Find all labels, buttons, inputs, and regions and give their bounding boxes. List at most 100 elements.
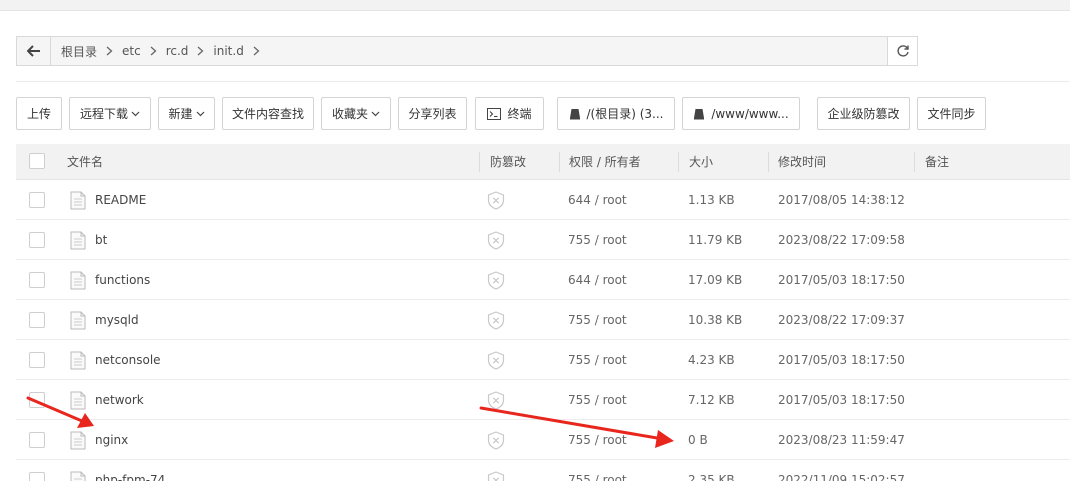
file-name[interactable]: netconsole — [95, 340, 161, 380]
header-modified-time[interactable]: 修改时间 — [778, 144, 826, 180]
new-button[interactable]: 新建 — [158, 97, 215, 130]
upload-label: 上传 — [26, 107, 51, 121]
shield-icon[interactable] — [487, 471, 505, 481]
file-permission[interactable]: 644 / root — [568, 260, 627, 300]
file-modified-time: 2023/08/23 11:59:47 — [778, 433, 905, 447]
chevron-right-icon — [150, 46, 157, 56]
breadcrumb-item-root[interactable]: 根目录 — [61, 43, 97, 60]
search-content-button[interactable]: 文件内容查找 — [222, 97, 314, 130]
row-checkbox[interactable] — [29, 352, 45, 368]
file-size: 1.13 KB — [688, 193, 735, 207]
chevron-right-icon — [106, 46, 113, 56]
table-row[interactable]: mysqld 755 / root 10.38 KB 2023/08/22 17:09… — [16, 300, 1070, 340]
column-divider — [479, 152, 480, 172]
chevron-down-icon — [131, 111, 140, 117]
disk-www-button[interactable]: /www/www... — [682, 97, 800, 130]
file-permission[interactable]: 755 / root — [568, 460, 627, 481]
row-checkbox[interactable] — [29, 392, 45, 408]
favorites-button[interactable]: 收藏夹 — [321, 97, 391, 130]
column-divider — [768, 152, 769, 172]
row-checkbox[interactable] — [29, 432, 45, 448]
table-row[interactable]: php-fpm-74 755 / root 2.35 KB 2022/11/09 15… — [16, 460, 1070, 481]
chevron-down-icon — [371, 111, 380, 117]
tamper-enterprise-button[interactable]: 企业级防篡改 — [817, 97, 910, 130]
shield-icon[interactable] — [487, 391, 505, 410]
file-name[interactable]: functions — [95, 260, 150, 300]
column-divider — [914, 152, 915, 172]
path-bar: 根目录 etc rc.d init.d — [16, 36, 918, 66]
table-row[interactable]: bt 755 / root 11.79 KB 2023/08/22 17:09:58 — [16, 220, 1070, 260]
shield-icon[interactable] — [487, 311, 505, 330]
table-row[interactable]: nginx 755 / root 0 B 2023/08/23 11:59:47 — [16, 420, 1070, 460]
table-row[interactable]: netconsole 755 / root 4.23 KB 2017/05/03 18… — [16, 340, 1070, 380]
row-checkbox[interactable] — [29, 472, 45, 481]
file-modified-time: 2023/08/22 17:09:58 — [778, 233, 905, 247]
shield-icon[interactable] — [487, 271, 505, 290]
row-checkbox[interactable] — [29, 312, 45, 328]
chevron-right-icon[interactable] — [253, 46, 260, 56]
file-name[interactable]: nginx — [95, 420, 128, 460]
top-strip — [0, 0, 1070, 11]
tamper-enterprise-label: 企业级防篡改 — [827, 107, 900, 121]
row-checkbox[interactable] — [29, 192, 45, 208]
file-name[interactable]: network — [95, 380, 144, 420]
file-sync-button[interactable]: 文件同步 — [917, 97, 986, 130]
select-all-checkbox[interactable] — [29, 153, 45, 169]
remote-download-button[interactable]: 远程下载 — [69, 97, 151, 130]
file-name[interactable]: README — [95, 180, 146, 220]
header-note: 备注 — [925, 155, 950, 169]
file-icon — [70, 431, 86, 450]
header-tamper: 防篡改 — [490, 155, 527, 169]
table-row[interactable]: network 755 / root 7.12 KB 2017/05/03 18:17… — [16, 380, 1070, 420]
file-icon — [70, 231, 86, 250]
table-row[interactable]: functions 644 / root 17.09 KB 2017/05/03 18… — [16, 260, 1070, 300]
file-modified-time: 2017/05/03 18:17:50 — [778, 273, 905, 287]
shield-icon[interactable] — [487, 231, 505, 250]
file-size: 17.09 KB — [688, 273, 743, 287]
header-name[interactable]: 文件名 — [67, 144, 103, 180]
file-modified-time: 2017/05/03 18:17:50 — [778, 353, 905, 367]
file-permission[interactable]: 755 / root — [568, 340, 627, 380]
file-icon — [70, 351, 86, 370]
favorites-label: 收藏夹 — [331, 107, 368, 121]
shield-icon[interactable] — [487, 351, 505, 370]
search-content-label: 文件内容查找 — [231, 107, 304, 121]
header-size[interactable]: 大小 — [689, 144, 713, 180]
refresh-button[interactable] — [887, 37, 917, 65]
file-permission[interactable]: 755 / root — [568, 380, 627, 420]
file-name[interactable]: php-fpm-74 — [95, 460, 165, 481]
file-icon — [70, 311, 86, 330]
file-size: 7.12 KB — [688, 393, 735, 407]
arrow-left-icon — [26, 45, 40, 57]
file-permission[interactable]: 755 / root — [568, 420, 627, 460]
upload-button[interactable]: 上传 — [16, 97, 62, 130]
breadcrumb-item-etc[interactable]: etc — [122, 44, 141, 58]
file-permission[interactable]: 755 / root — [568, 220, 627, 260]
file-size: 11.79 KB — [688, 233, 743, 247]
file-name[interactable]: bt — [95, 220, 107, 260]
row-checkbox[interactable] — [29, 272, 45, 288]
new-label: 新建 — [168, 107, 193, 121]
disk-root-button[interactable]: /(根目录) (3... — [557, 97, 675, 130]
breadcrumb-item-rcd[interactable]: rc.d — [166, 44, 189, 58]
breadcrumb: 根目录 etc rc.d init.d — [51, 37, 887, 65]
file-modified-time: 2017/08/05 14:38:12 — [778, 193, 905, 207]
file-size: 10.38 KB — [688, 313, 743, 327]
header-permission[interactable]: 权限 / 所有者 — [569, 144, 641, 180]
file-permission[interactable]: 755 / root — [568, 300, 627, 340]
back-button[interactable] — [17, 37, 51, 65]
row-checkbox[interactable] — [29, 232, 45, 248]
terminal-button[interactable]: 终端 — [475, 97, 544, 130]
table-row[interactable]: README 644 / root 1.13 KB 2017/08/05 14:38:… — [16, 180, 1070, 220]
file-permission[interactable]: 644 / root — [568, 180, 627, 220]
file-name[interactable]: mysqld — [95, 300, 139, 340]
breadcrumb-item-initd[interactable]: init.d — [213, 44, 243, 58]
shield-icon[interactable] — [487, 431, 505, 450]
file-modified-time: 2023/08/22 17:09:37 — [778, 313, 905, 327]
share-list-button[interactable]: 分享列表 — [398, 97, 467, 130]
terminal-label: 终端 — [507, 107, 532, 121]
file-size: 4.23 KB — [688, 353, 735, 367]
disk-root-label: /(根目录) (3... — [586, 107, 664, 121]
shield-icon[interactable] — [487, 191, 505, 210]
remote-download-label: 远程下载 — [79, 107, 128, 121]
